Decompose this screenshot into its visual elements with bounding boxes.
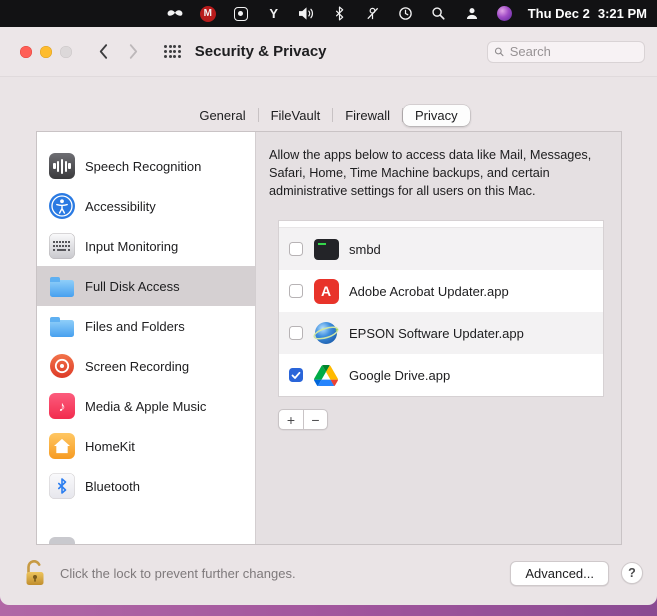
remove-app-button[interactable]: − <box>303 410 327 430</box>
close-button[interactable] <box>20 45 32 58</box>
globe-updater-icon <box>313 320 339 346</box>
mcafee-letter: M <box>199 5 216 22</box>
bluetooth-icon[interactable] <box>331 5 349 23</box>
forward-button[interactable] <box>128 43 138 60</box>
crossed-device-icon[interactable] <box>364 5 382 23</box>
window-controls <box>20 45 72 58</box>
sidebar-item-label: Full Disk Access <box>85 278 180 294</box>
window-footer: Click the lock to prevent further change… <box>0 547 657 605</box>
add-app-button[interactable]: + <box>279 410 303 429</box>
desktop: M Y Thu Dec 2 3:21 PM Security & Privacy… <box>0 0 657 616</box>
sidebar-item-speech-recognition[interactable]: Speech Recognition <box>37 146 255 186</box>
sidebar-item-input-monitoring[interactable]: Input Monitoring <box>37 226 255 266</box>
tab-privacy[interactable]: Privacy <box>403 104 470 126</box>
terminal-exec-icon <box>313 236 339 262</box>
sidebar-item-label: Screen Recording <box>85 358 190 374</box>
moustache-icon[interactable] <box>166 5 184 23</box>
privacy-content: Speech Recognition Accessibility Input M… <box>36 131 622 545</box>
app-name: smbd <box>349 241 381 257</box>
mcafee-icon[interactable]: M <box>199 5 217 23</box>
blue-folder-icon <box>49 273 75 299</box>
tuner-icon[interactable]: Y <box>265 5 283 23</box>
app-row-adobe-acrobat-updater[interactable]: A Adobe Acrobat Updater.app <box>279 270 603 312</box>
sidebar-item-label: Accessibility <box>85 198 156 214</box>
search-icon <box>494 47 504 56</box>
checkbox-smbd[interactable] <box>289 242 303 257</box>
speech-recognition-icon <box>49 153 75 179</box>
music-note-icon: ♪ <box>49 393 75 419</box>
minimize-button[interactable] <box>40 45 52 58</box>
sidebar-item-full-disk-access[interactable]: Full Disk Access <box>37 266 255 306</box>
sidebar-item-label: Bluetooth <box>85 478 140 494</box>
sidebar-item-homekit[interactable]: HomeKit <box>37 426 255 466</box>
sidebar-item-label: HomeKit <box>85 438 135 454</box>
titlebar: Security & Privacy <box>0 27 657 77</box>
sidebar-item-bluetooth[interactable]: Bluetooth <box>37 466 255 506</box>
menu-bar: M Y Thu Dec 2 3:21 PM <box>0 0 657 27</box>
security-privacy-window: Security & Privacy General FileVault Fir… <box>0 27 657 605</box>
app-name: Google Drive.app <box>349 367 451 383</box>
checkbox-adobe-acrobat-updater[interactable] <box>289 284 303 299</box>
help-button[interactable]: ? <box>621 562 643 584</box>
sidebar-item-label: Speech Recognition <box>85 158 202 174</box>
blue-folder-icon <box>49 313 75 339</box>
app-row-smbd[interactable]: smbd <box>279 228 603 271</box>
tab-bar: General FileVault Firewall Privacy <box>0 103 657 127</box>
sidebar-item-accessibility[interactable]: Accessibility <box>37 186 255 226</box>
show-all-grid-icon[interactable] <box>164 45 181 58</box>
lock-hint-text: Click the lock to prevent further change… <box>60 565 296 581</box>
adobe-red-icon: A <box>313 278 339 304</box>
fast-user-switch-icon[interactable] <box>463 5 481 23</box>
sidebar-item-label: Input Monitoring <box>85 238 179 254</box>
sidebar-item-label: Media & Apple Music <box>85 398 207 414</box>
checkbox-epson-software-updater[interactable] <box>289 326 303 341</box>
tab-general[interactable]: General <box>187 105 257 126</box>
app-name: Adobe Acrobat Updater.app <box>349 283 509 299</box>
sidebar-item-files-and-folders[interactable]: Files and Folders <box>37 306 255 346</box>
tab-firewall[interactable]: Firewall <box>333 105 402 126</box>
list-row-partial <box>279 221 603 229</box>
tab-filevault[interactable]: FileVault <box>259 105 333 126</box>
advanced-button[interactable]: Advanced... <box>510 560 609 586</box>
sidebar-item-label: Files and Folders <box>85 318 185 334</box>
clock-icon[interactable] <box>397 5 415 23</box>
app-row-epson-software-updater[interactable]: EPSON Software Updater.app <box>279 312 603 355</box>
google-drive-icon <box>313 362 339 388</box>
pane-description: Allow the apps below to access data like… <box>269 148 592 198</box>
zoom-button[interactable] <box>60 45 72 58</box>
add-remove-control: + − <box>278 409 328 431</box>
volume-icon[interactable] <box>298 5 316 23</box>
search-field[interactable] <box>487 40 645 63</box>
checkbox-google-drive[interactable] <box>289 368 303 383</box>
sidebar-partial-next-item <box>49 537 75 544</box>
keyboard-icon <box>49 233 75 259</box>
bluetooth-icon <box>49 473 75 499</box>
menubar-time[interactable]: 3:21 PM <box>598 6 647 21</box>
privacy-sidebar: Speech Recognition Accessibility Input M… <box>37 132 256 544</box>
spotlight-search-icon[interactable] <box>430 5 448 23</box>
launcher-app-icon[interactable] <box>232 5 250 23</box>
sidebar-item-media-apple-music[interactable]: ♪ Media & Apple Music <box>37 386 255 426</box>
menubar-date[interactable]: Thu Dec 2 <box>528 6 590 21</box>
accessibility-icon <box>49 193 75 219</box>
menubar-status-icons: M Y <box>166 5 514 23</box>
window-title: Security & Privacy <box>194 43 327 60</box>
back-button[interactable] <box>98 43 108 60</box>
unlocked-padlock-icon[interactable] <box>22 558 48 588</box>
app-list: smbd A Adobe Acrobat Updater.app EPSON S… <box>278 220 604 398</box>
purple-app-icon[interactable] <box>496 5 514 23</box>
sidebar-item-screen-recording[interactable]: Screen Recording <box>37 346 255 386</box>
full-disk-access-pane: Allow the apps below to access data like… <box>256 132 621 544</box>
checkmark-icon <box>291 371 301 379</box>
record-circle-icon <box>49 353 75 379</box>
search-input[interactable] <box>509 44 638 59</box>
app-name: EPSON Software Updater.app <box>349 325 524 341</box>
house-icon <box>49 433 75 459</box>
app-row-google-drive[interactable]: Google Drive.app <box>279 354 603 396</box>
